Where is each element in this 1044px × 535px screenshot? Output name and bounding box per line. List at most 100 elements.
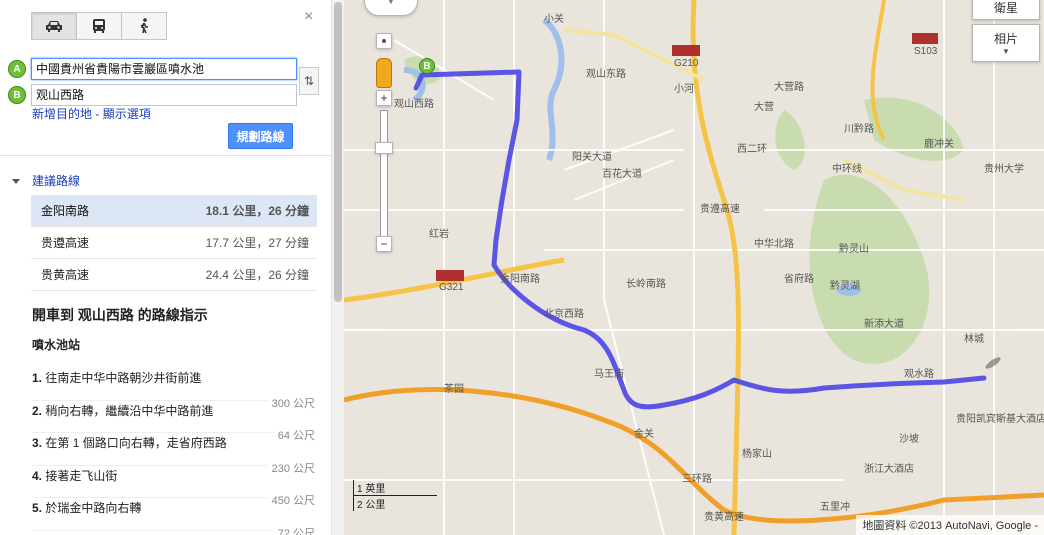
direction-step[interactable]: 4. 接著走飞山街 450 公尺 [32,466,317,508]
panel-scrollbar[interactable] [331,0,344,535]
map-label: G321 [439,282,464,293]
route-links: 新增目的地 - 顯示選項 [32,105,151,122]
route-meta: 24.4 公里，26 分鐘 [205,268,309,282]
close-panel-button[interactable]: × [304,8,313,26]
pan-arrows-icon: ▼ [386,0,396,6]
suggested-routes-toggle[interactable]: 建議路線 [12,172,80,189]
route-meta: 17.7 公里，27 分鐘 [205,236,309,250]
map-label: 贵黄高速 [704,512,744,523]
zoom-in-button[interactable]: + [376,90,392,106]
map-scale: 1 英里 2 公里 [353,480,457,511]
minus-icon: − [380,237,388,251]
photos-button[interactable]: 相片 ▼ [972,24,1040,62]
plan-route-button[interactable]: 規劃路線 [228,123,293,149]
transit-mode-tab[interactable] [76,12,122,40]
step-number: 5. [32,501,43,515]
map-label: 贵阳凯宾斯基大酒店 [956,414,1044,425]
satellite-label: 衛星 [993,0,1018,15]
step-text: 在第 1 個路口向右轉，走省府西路 [45,436,227,450]
divider [0,155,331,156]
map-copyright: 地圖資料 ©2013 AutoNavi, Google - [856,515,1044,535]
street-view-pegman-button[interactable] [376,33,392,49]
scrollbar-thumb[interactable] [334,2,342,302]
walk-mode-tab[interactable] [121,12,167,40]
directions-title: 開車到 观山西路 的路線指示 [32,307,208,323]
swap-icon: ⇅ [303,74,315,88]
zoom-slider-track[interactable] [380,110,388,242]
route-name: 金阳南路 [41,204,90,218]
collapse-triangle-icon [12,179,20,185]
map-label: 黔灵山 [839,244,869,255]
pegman-icon[interactable] [376,58,392,88]
route-name: 贵遵高速 [41,236,90,250]
waypoint-b-marker: B [8,86,26,104]
step-number: 2. [32,403,43,418]
suggested-routes-label: 建議路線 [32,174,81,188]
swap-waypoints-button[interactable]: ⇅ [299,67,319,95]
route-option[interactable]: 贵黄高速 24.4 公里，26 分鐘 [31,259,317,291]
map-label: 黔灵湖 [830,281,860,292]
map-label: 小关 [544,14,564,25]
map-label: 金阳南路 [500,274,540,285]
map-label: 观山西路 [394,99,434,110]
map-label: 中华北路 [754,239,794,250]
map-label: 五里冲 [820,502,850,513]
route-meta: 18.1 公里，26 分鐘 [205,204,309,218]
route-option[interactable]: 贵遵高速 17.7 公里，27 分鐘 [31,227,317,259]
map-label: 马王庙 [594,369,624,380]
map-roads [344,0,1044,535]
scale-imperial: 1 英里 [353,480,437,496]
map-label: 百花大道 [602,169,642,180]
start-location-input[interactable]: 中國貴州省貴陽市雲巖區噴水池 [31,58,297,80]
car-icon [46,21,62,32]
plus-icon: + [380,91,388,105]
show-options-link[interactable]: 顯示選項 [103,107,151,121]
map-label: 红岩 [429,229,449,240]
map-label: 北京西路 [544,309,584,320]
map-canvas[interactable]: 小关 小河 金阳南路 观山东路 观山西路 阳关大道 百花大道 贵遵高速 中环线 … [344,0,1044,535]
pan-control[interactable]: ▼ [364,0,418,16]
map-label: 观山东路 [586,69,626,80]
directions-panel: × A 中國貴州省貴陽市雲巖區噴水池 B 观山西路 ⇅ 新增目的地 - 顯示選項… [0,0,331,535]
car-mode-tab[interactable] [31,12,77,40]
map-label: 西二环 [737,144,767,155]
map-label: 浙江大酒店 [864,464,914,475]
scale-metric: 2 公里 [353,496,457,511]
start-point-name: 噴水池站 [32,338,81,352]
route-option[interactable]: 金阳南路 18.1 公里，26 分鐘 [31,195,317,227]
map-label: 省府路 [784,274,814,285]
map-label: 鹿冲关 [924,139,954,150]
bus-icon [93,19,105,33]
direction-step[interactable]: 3. 在第 1 個路口向右轉，走省府西路 230 公尺 [32,433,317,476]
map-label: 金关 [634,429,654,440]
add-destination-link[interactable]: 新增目的地 [32,107,92,121]
direction-step[interactable]: 1. 往南走中华中路朝沙井街前進 300 公尺 [32,368,317,411]
map-label: 观水路 [904,369,934,380]
step-number: 1. [32,371,43,385]
satellite-view-button[interactable]: 衛星 [972,0,1040,20]
zoom-out-button[interactable]: − [376,236,392,252]
route-list: 金阳南路 18.1 公里，26 分鐘 贵遵高速 17.7 公里，27 分鐘 贵黄… [31,195,317,291]
step-number: 4. [32,468,43,483]
destination-input[interactable]: 观山西路 [31,84,297,106]
map-label: 贵州大学 [984,164,1024,175]
dropdown-arrow-icon: ▼ [1002,47,1010,56]
step-text: 於瑞金中路向右轉 [45,501,142,515]
step-text: 接著走飞山街 [45,468,118,483]
direction-steps: 1. 往南走中华中路朝沙井街前進 300 公尺 2. 稍向右轉，繼續沿中华中路前… [32,368,317,535]
direction-step[interactable]: 5. 於瑞金中路向右轉 72 公尺 [32,498,317,535]
link-separator: - [92,107,103,121]
map-label: 长岭南路 [626,279,666,290]
map-label: G210 [674,58,699,69]
map-label: 大营 [754,102,774,113]
map-label: 中环线 [832,164,862,175]
map-label: 贵遵高速 [700,204,740,215]
route-end-marker[interactable]: B [419,58,435,74]
map-label: 阳关大道 [572,152,612,163]
walk-icon [140,18,148,34]
zoom-slider-handle[interactable] [375,142,393,154]
map-label: 沙坡 [899,434,919,445]
map-label: 川黔路 [844,124,874,135]
map-label: 小河 [674,84,694,95]
direction-step[interactable]: 2. 稍向右轉，繼續沿中华中路前進 64 公尺 [32,401,317,443]
